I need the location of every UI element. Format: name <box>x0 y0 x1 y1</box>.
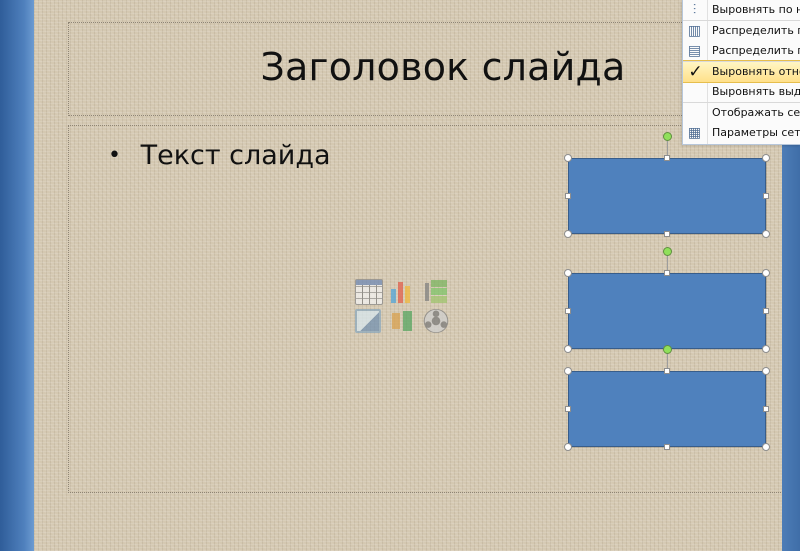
bullet-text-row[interactable]: • Текст слайда <box>108 140 331 171</box>
resize-handle-2-left[interactable] <box>565 308 571 314</box>
resize-handle-3-bottom-left[interactable] <box>564 443 572 451</box>
resize-handle-2-bottom-right[interactable] <box>762 345 770 353</box>
title-placeholder[interactable]: Заголовок слайда <box>68 22 782 116</box>
bullet-symbol: • <box>108 143 121 168</box>
menu-item-grid-settings[interactable]: ▦ Параметры сетки... <box>683 123 800 143</box>
menu-item-distribute-horizontally[interactable]: ▥ Распределить по го <box>683 20 800 41</box>
resize-handle-2-top-right[interactable] <box>762 269 770 277</box>
check-icon: ✓ <box>688 62 703 82</box>
resize-handle-3-left[interactable] <box>565 406 571 412</box>
distribute-vertically-icon: ▤ <box>687 43 702 59</box>
menu-item-show-grid[interactable]: Отображать сетку <box>683 102 800 123</box>
menu-label-grid-settings: Параметры сетки... <box>712 126 800 139</box>
blue-rectangle-3[interactable] <box>568 371 766 447</box>
menu-empty-icon-slot-2 <box>686 105 703 121</box>
rotation-handle-1[interactable] <box>663 132 672 141</box>
align-bottom-icon: ⫶ <box>692 2 697 18</box>
media-clip-icon[interactable] <box>423 309 449 333</box>
resize-handle-3-right[interactable] <box>763 406 769 412</box>
menu-label-show-grid: Отображать сетку <box>712 106 800 119</box>
slide-body-text[interactable]: Текст слайда <box>141 140 331 171</box>
blue-rectangle-2[interactable] <box>568 273 766 349</box>
grid-settings-icon: ▦ <box>687 125 702 141</box>
resize-handle-1-bottom-right[interactable] <box>762 230 770 238</box>
resize-handle-2-top-left[interactable] <box>564 269 572 277</box>
rotation-handle-2[interactable] <box>663 247 672 256</box>
resize-handle-2-bottom-left[interactable] <box>564 345 572 353</box>
menu-label-align-bottom: Выровнять по ниж <box>712 3 800 16</box>
menu-item-distribute-vertically[interactable]: ▤ Распределить по ве <box>683 41 800 61</box>
resize-handle-1-top[interactable] <box>664 155 670 161</box>
chart-icon[interactable] <box>389 279 415 303</box>
resize-handle-3-bottom[interactable] <box>664 444 670 450</box>
smartart-icon[interactable] <box>423 279 449 303</box>
resize-handle-1-top-right[interactable] <box>762 154 770 162</box>
resize-handle-1-bottom-left[interactable] <box>564 230 572 238</box>
resize-handle-3-top-right[interactable] <box>762 367 770 375</box>
resize-handle-3-bottom-right[interactable] <box>762 443 770 451</box>
slide-title[interactable]: Заголовок слайда <box>69 45 782 89</box>
picture-icon[interactable] <box>355 309 381 333</box>
resize-handle-1-right[interactable] <box>763 193 769 199</box>
menu-empty-icon-slot <box>686 84 703 100</box>
menu-label-align-selected: Выровнять выделе <box>712 85 800 98</box>
menu-label-distribute-horizontally: Распределить по го <box>712 24 800 37</box>
menu-item-align-relative[interactable]: ✓ Выровнять относи <box>683 60 800 83</box>
insert-content-icons <box>355 279 449 335</box>
menu-label-align-relative: Выровнять относи <box>712 65 800 78</box>
resize-handle-2-top[interactable] <box>664 270 670 276</box>
rotation-handle-3[interactable] <box>663 345 672 354</box>
blue-rectangle-1[interactable] <box>568 158 766 234</box>
resize-handle-3-top-left[interactable] <box>564 367 572 375</box>
menu-item-align-bottom[interactable]: ⫶ Выровнять по ниж <box>683 0 800 20</box>
resize-handle-1-bottom[interactable] <box>664 231 670 237</box>
resize-handle-2-right[interactable] <box>763 308 769 314</box>
menu-item-align-selected[interactable]: Выровнять выделе <box>683 82 800 102</box>
align-context-menu[interactable]: ⫶ Выровнять по ниж ▥ Распределить по го … <box>682 0 800 145</box>
resize-handle-1-left[interactable] <box>565 193 571 199</box>
distribute-horizontally-icon: ▥ <box>687 23 702 39</box>
clip-art-icon[interactable] <box>389 309 415 333</box>
resize-handle-3-top[interactable] <box>664 368 670 374</box>
table-icon[interactable] <box>355 279 383 305</box>
resize-handle-1-top-left[interactable] <box>564 154 572 162</box>
menu-label-distribute-vertically: Распределить по ве <box>712 44 800 57</box>
